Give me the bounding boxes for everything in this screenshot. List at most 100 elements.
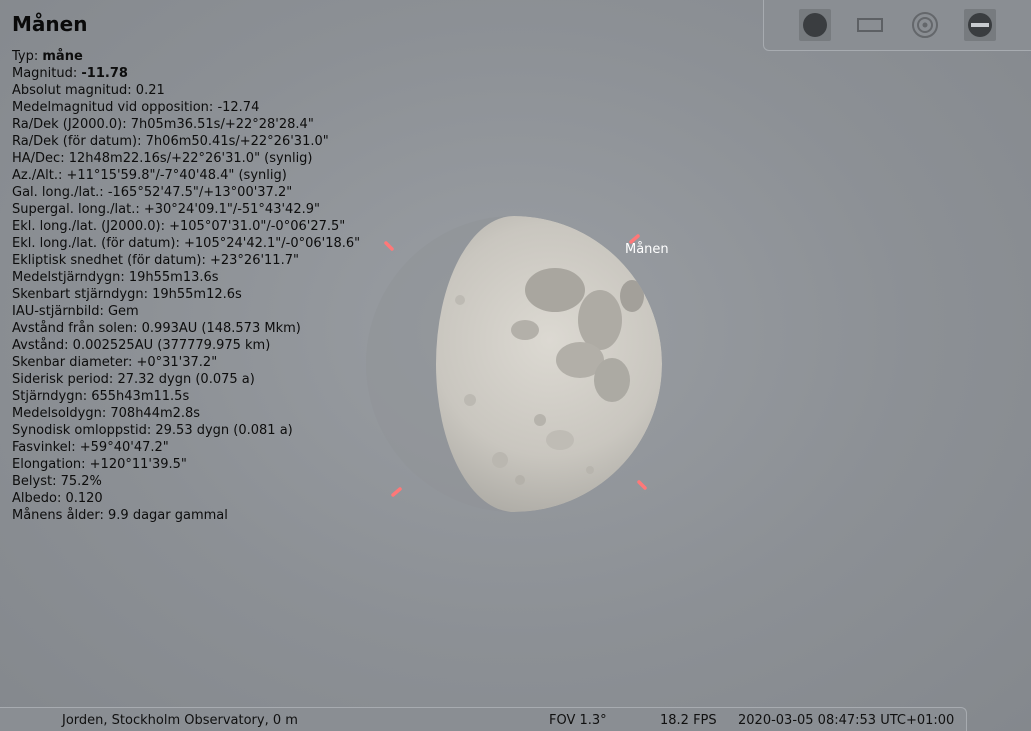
- info-value: +120°11'39.5": [89, 457, 187, 472]
- top-toolbar: [763, 0, 1031, 51]
- info-value: -12.74: [217, 100, 260, 115]
- fps-text: 18.2 FPS: [660, 713, 717, 728]
- datetime-text[interactable]: 2020-03-05 08:47:53 UTC+01:00: [738, 713, 954, 728]
- info-line: Siderisk period: 27.32 dygn (0.075 a): [12, 371, 360, 388]
- info-line: Ra/Dek (J2000.0): 7h05m36.51s/+22°28'28.…: [12, 116, 360, 133]
- info-value: 27.32 dygn (0.075 a): [117, 372, 255, 387]
- circle-button[interactable]: [798, 8, 832, 42]
- info-value: +23°26'11.7": [209, 253, 299, 268]
- info-line: Elongation: +120°11'39.5": [12, 456, 360, 473]
- info-line: Skenbar diameter: +0°31'37.2": [12, 354, 360, 371]
- info-line: Ekl. long./lat. (för datum): +105°24'42.…: [12, 235, 360, 252]
- info-label: Absolut magnitud:: [12, 83, 136, 98]
- info-label: Ra/Dek (för datum):: [12, 134, 146, 149]
- selection-marker-top-left: [384, 241, 394, 251]
- selection-marker-bottom-right: [637, 480, 647, 490]
- info-label: Supergal. long./lat.:: [12, 202, 144, 217]
- object-info-panel: Månen Typ: måne Magnitud: -11.78 Absolut m…: [12, 10, 360, 524]
- info-value: 0.002525AU (377779.975 km): [72, 338, 271, 353]
- info-value: 0.993AU (148.573 Mkm): [141, 321, 301, 336]
- object-title: Månen: [12, 12, 88, 36]
- info-value: +105°24'42.1"/-0°06'18.6": [184, 236, 361, 251]
- info-value: 29.53 dygn (0.081 a): [155, 423, 293, 438]
- info-label: Medelsoldygn:: [12, 406, 111, 421]
- info-line: Stjärndygn: 655h43m11.5s: [12, 388, 360, 405]
- fov-text: FOV 1.3°: [549, 713, 607, 728]
- remove-button[interactable]: [963, 8, 997, 42]
- info-line: Avstånd: 0.002525AU (377779.975 km): [12, 337, 360, 354]
- info-line: Avstånd från solen: 0.993AU (148.573 Mkm…: [12, 320, 360, 337]
- info-value: +30°24'09.1"/-51°43'42.9": [143, 202, 320, 217]
- info-line: Ekl. long./lat. (J2000.0): +105°07'31.0"…: [12, 218, 360, 235]
- info-label: Albedo:: [12, 491, 66, 506]
- info-label: HA/Dec:: [12, 151, 69, 166]
- info-value: 0.120: [65, 491, 103, 506]
- info-line: Belyst: 75.2%: [12, 473, 360, 490]
- info-value: 9.9 dagar gammal: [108, 508, 228, 523]
- moon-sky-label: Månen: [625, 242, 669, 257]
- info-label: Synodisk omloppstid:: [12, 423, 156, 438]
- info-line: HA/Dec: 12h48m22.16s/+22°26'31.0" (synli…: [12, 150, 360, 167]
- info-line: Absolut magnitud: 0.21: [12, 82, 360, 99]
- rectangle-icon: [857, 18, 883, 32]
- info-label: Magnitud:: [12, 66, 82, 81]
- info-label: Medelmagnitud vid opposition:: [12, 100, 218, 115]
- info-line: Månens ålder: 9.9 dagar gammal: [12, 507, 360, 524]
- info-value: 12h48m22.16s/+22°26'31.0" (synlig): [68, 151, 313, 166]
- info-value: 75.2%: [60, 474, 102, 489]
- info-line: Synodisk omloppstid: 29.53 dygn (0.081 a…: [12, 422, 360, 439]
- location-text[interactable]: Jorden, Stockholm Observatory, 0 m: [62, 713, 298, 728]
- info-value: 655h43m11.5s: [91, 389, 190, 404]
- info-label: Skenbart stjärndygn:: [12, 287, 153, 302]
- info-line: Medelmagnitud vid opposition: -12.74: [12, 99, 360, 116]
- info-line: Fasvinkel: +59°40'47.2": [12, 439, 360, 456]
- info-label: Skenbar diameter:: [12, 355, 137, 370]
- info-line: Gal. long./lat.: -165°52'47.5"/+13°00'37…: [12, 184, 360, 201]
- rectangle-button[interactable]: [853, 8, 887, 42]
- info-line: Supergal. long./lat.: +30°24'09.1"/-51°4…: [12, 201, 360, 218]
- info-value: 0.21: [135, 83, 165, 98]
- info-line: Albedo: 0.120: [12, 490, 360, 507]
- info-line: Medelstjärndygn: 19h55m13.6s: [12, 269, 360, 286]
- info-label: Månens ålder:: [12, 508, 109, 523]
- info-line: Ekliptisk snedhet (för datum): +23°26'11…: [12, 252, 360, 269]
- info-label: Typ:: [12, 49, 43, 64]
- info-value: Gem: [107, 304, 139, 319]
- info-value: 19h55m13.6s: [128, 270, 219, 285]
- info-label: Medelstjärndygn:: [12, 270, 129, 285]
- info-label: Belyst:: [12, 474, 61, 489]
- info-value: 7h06m50.41s/+22°26'31.0": [145, 134, 329, 149]
- circle-icon: [799, 9, 831, 41]
- remove-icon: [964, 9, 996, 41]
- info-label: Avstånd från solen:: [12, 321, 142, 336]
- info-label: Fasvinkel:: [12, 440, 80, 455]
- info-value: +105°07'31.0"/-0°06'27.5": [169, 219, 346, 234]
- info-label: Ekl. long./lat. (för datum):: [12, 236, 185, 251]
- info-label: Az./Alt.:: [12, 168, 67, 183]
- info-value: måne: [42, 49, 83, 64]
- info-label: Ekliptisk snedhet (för datum):: [12, 253, 210, 268]
- info-value: -11.78: [81, 66, 128, 81]
- info-value: 19h55m12.6s: [152, 287, 242, 302]
- target-button[interactable]: [908, 8, 942, 42]
- info-label: IAU-stjärnbild:: [12, 304, 108, 319]
- target-icon: [912, 12, 938, 38]
- info-label: Ra/Dek (J2000.0):: [12, 117, 131, 132]
- info-value: +59°40'47.2": [79, 440, 169, 455]
- info-value: 7h05m36.51s/+22°28'28.4": [130, 117, 314, 132]
- info-label: Ekl. long./lat. (J2000.0):: [12, 219, 170, 234]
- info-line: Skenbart stjärndygn: 19h55m12.6s: [12, 286, 360, 303]
- info-line: Medelsoldygn: 708h44m2.8s: [12, 405, 360, 422]
- selection-marker-bottom-left: [391, 487, 402, 497]
- info-line: Az./Alt.: +11°15'59.8"/-7°40'48.4" (synl…: [12, 167, 360, 184]
- info-line: Typ: måne: [12, 48, 360, 65]
- info-line: IAU-stjärnbild: Gem: [12, 303, 360, 320]
- info-value: -165°52'47.5"/+13°00'37.2": [107, 185, 293, 200]
- object-info-list: Typ: måne Magnitud: -11.78 Absolut magnitu…: [12, 48, 360, 524]
- info-label: Avstånd:: [12, 338, 73, 353]
- info-value: +11°15'59.8"/-7°40'48.4" (synlig): [66, 168, 287, 183]
- info-label: Elongation:: [12, 457, 90, 472]
- info-line: Magnitud: -11.78: [12, 65, 360, 82]
- info-label: Gal. long./lat.:: [12, 185, 108, 200]
- info-value: 708h44m2.8s: [110, 406, 201, 421]
